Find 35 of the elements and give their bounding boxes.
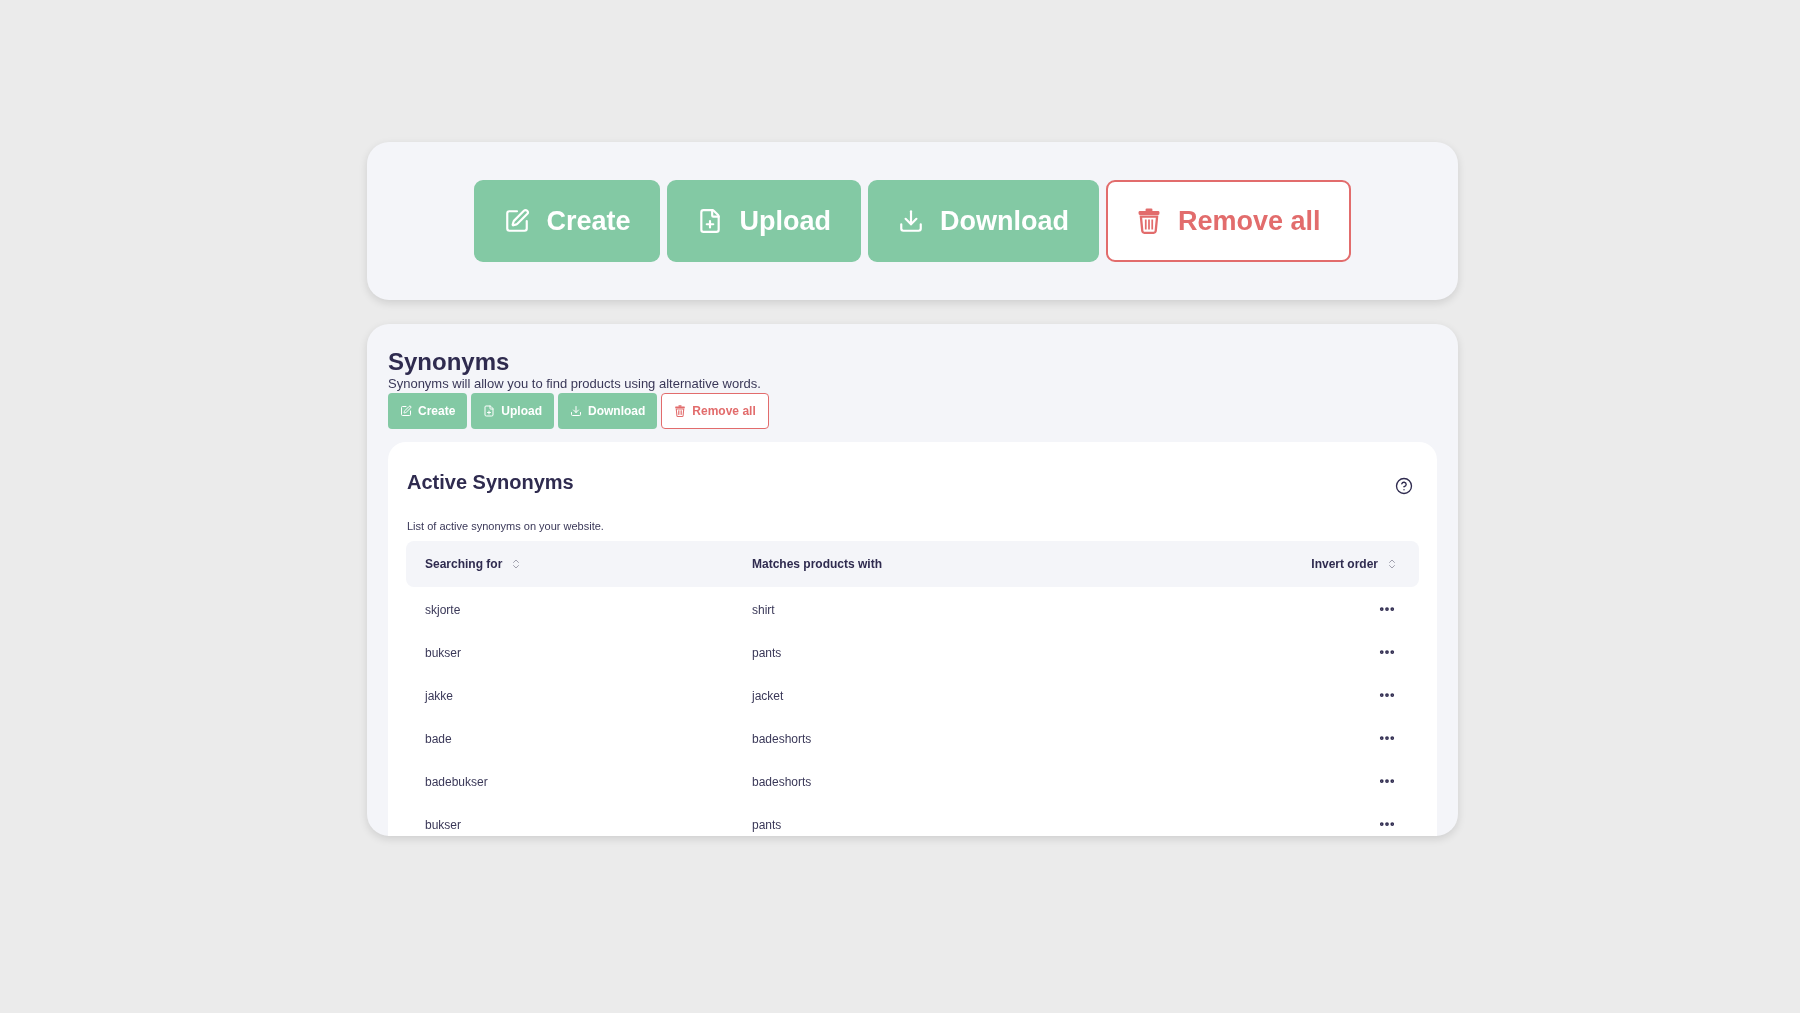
upload-button[interactable]: Upload [471,393,555,429]
table-cell: jakke [425,688,453,703]
remove-all-button[interactable]: Remove all [1106,180,1351,262]
panel-description: Synonyms will allow you to find products using alternative words. [388,376,762,392]
create-button[interactable]: Create [388,393,468,429]
table-cell: pants [752,645,782,660]
trash-icon [674,405,687,417]
card-title: Active Synonyms [406,470,574,495]
upload-button[interactable]: Upload [667,180,861,262]
file-plus-icon [483,405,496,417]
table-cell: shirt [752,602,775,617]
column-header: Invert order [1311,556,1378,573]
table-cell: bukser [425,645,462,660]
pen-square-icon [400,405,412,417]
table-cell: badeshorts [752,774,812,789]
table-cell: skjorte [425,602,461,617]
download-button[interactable]: Download [558,393,658,429]
table-cell: badebukser [425,774,488,789]
download-icon [570,405,583,417]
pen-square-icon [504,208,531,234]
table-cell: badeshorts [752,731,812,746]
trash-icon [1136,208,1162,234]
help-icon[interactable] [1395,477,1413,495]
download-icon [898,208,924,234]
card-description: List of active synonyms on your website. [406,519,605,533]
download-button[interactable]: Download [868,180,1099,262]
column-header: Searching for [425,556,503,573]
column-header: Matches products with [752,556,882,573]
table-cell: bade [425,731,452,746]
table-cell: jacket [752,688,784,703]
table-cell: bukser [425,817,462,832]
table-cell: pants [752,817,782,832]
create-button[interactable]: Create [474,180,661,262]
panel-title: Synonyms [388,348,511,376]
remove-all-button[interactable]: Remove all [661,393,769,429]
